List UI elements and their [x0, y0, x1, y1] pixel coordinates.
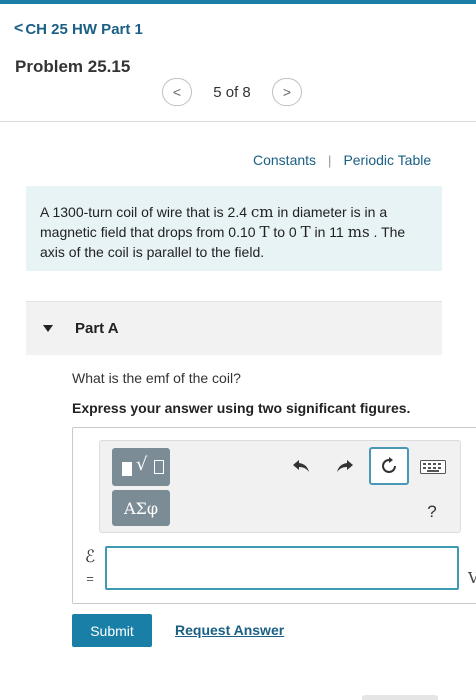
statement-text: A 1300-turn coil of wire that is 2.4 [40, 204, 251, 220]
constants-link[interactable]: Constants [253, 152, 316, 168]
part-label: Part A [75, 320, 119, 337]
statement-text: in 11 [310, 224, 348, 240]
previous-problem-button[interactable]: < [162, 78, 192, 106]
chevron-left-icon: < [172, 84, 182, 100]
instruction-text: Express your answer using two significan… [72, 400, 411, 416]
template-box-icon [154, 460, 164, 474]
problem-statement: A 1300-turn coil of wire that is 2.4 cm … [26, 186, 442, 271]
header-divider [0, 121, 476, 122]
problem-title: Problem 25.15 [15, 57, 131, 76]
unit-tesla: T [259, 223, 270, 241]
collapse-triangle-icon [43, 325, 53, 332]
templates-button[interactable]: √ [112, 448, 170, 486]
link-divider: | [328, 152, 332, 168]
unit-label: V [468, 569, 476, 587]
next-problem-button[interactable]: > [272, 78, 302, 106]
periodic-table-link[interactable]: Periodic Table [343, 152, 431, 168]
top-accent-bar [0, 0, 476, 4]
answer-input[interactable] [105, 546, 459, 590]
equals-sign: = [86, 571, 94, 586]
keyboard-icon[interactable] [420, 460, 446, 474]
unit-tesla: T [300, 223, 311, 241]
chevron-left-icon: < [14, 20, 24, 37]
back-to-assignment-link[interactable]: < CH 25 HW Part 1 [14, 20, 143, 38]
pager-position: 5 of 8 [213, 83, 251, 101]
undo-icon[interactable] [288, 453, 314, 479]
assignment-title: CH 25 HW Part 1 [25, 20, 143, 38]
unit-cm: cm [250, 203, 274, 221]
chevron-right-icon: > [282, 84, 292, 100]
request-answer-link[interactable]: Request Answer [175, 622, 284, 638]
submit-button[interactable]: Submit [72, 614, 152, 647]
radical-icon: √ [136, 454, 148, 475]
statement-text: to 0 [269, 224, 301, 240]
greek-symbols-button[interactable]: ΑΣφ [112, 490, 170, 526]
redo-icon[interactable] [332, 453, 358, 479]
question-text: What is the emf of the coil? [72, 370, 241, 386]
reset-icon[interactable] [369, 447, 409, 485]
problem-pager: < 5 of 8 > [162, 78, 302, 106]
resource-links: Constants | Periodic Table [253, 152, 431, 168]
part-a-header[interactable]: Part A [26, 301, 442, 355]
template-square-icon [122, 462, 132, 476]
bottom-tab-edge [362, 695, 438, 700]
unit-ms: ms [347, 223, 370, 241]
emf-symbol: ℰ [84, 547, 96, 567]
help-button[interactable]: ? [420, 500, 444, 524]
